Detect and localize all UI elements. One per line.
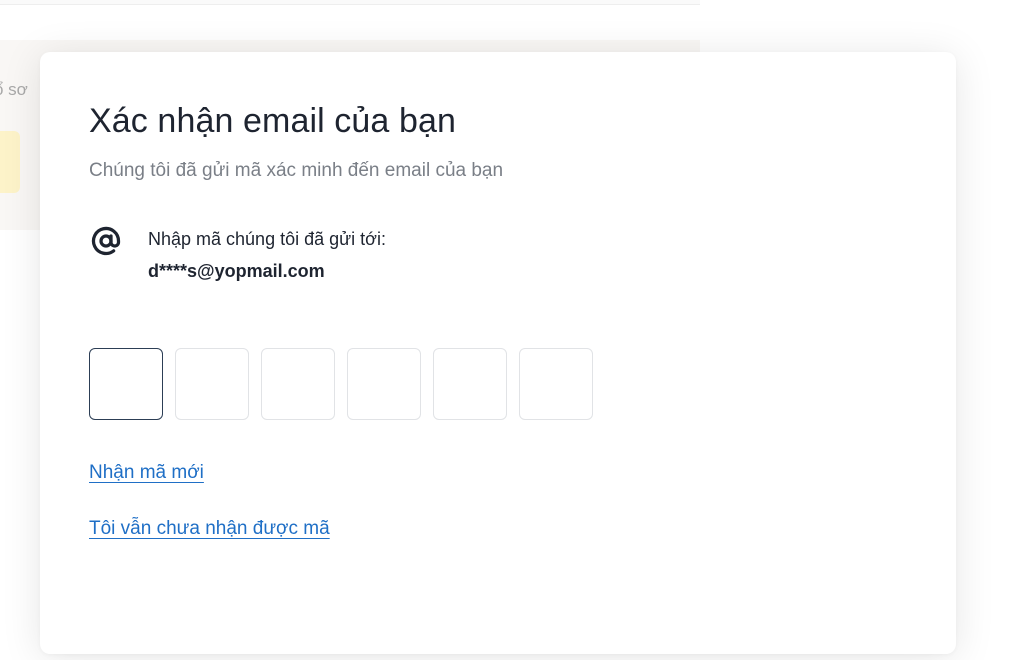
code-digit-3[interactable] bbox=[261, 348, 335, 420]
code-digit-6[interactable] bbox=[519, 348, 593, 420]
background-partial-text: ổ sơ bbox=[0, 80, 28, 99]
masked-email: d****s@yopmail.com bbox=[148, 261, 325, 281]
verification-code-inputs bbox=[89, 348, 593, 420]
code-not-received-link[interactable]: Tôi vẫn chưa nhận được mã bbox=[89, 518, 330, 540]
verify-email-modal: Xác nhận email của bạn Chúng tôi đã gửi … bbox=[40, 52, 956, 654]
code-digit-2[interactable] bbox=[175, 348, 249, 420]
background-topbar bbox=[0, 0, 700, 5]
code-digit-5[interactable] bbox=[433, 348, 507, 420]
background-highlight-block bbox=[0, 131, 20, 193]
at-sign-icon bbox=[89, 224, 123, 258]
sent-to-info: Nhập mã chúng tôi đã gửi tới: d****s@yop… bbox=[148, 228, 386, 282]
code-digit-1[interactable] bbox=[89, 348, 163, 420]
sent-to-label: Nhập mã chúng tôi đã gửi tới: bbox=[148, 229, 386, 249]
screen: ổ sơ Xác nhận email của bạn Chúng tôi đã… bbox=[0, 0, 1024, 660]
modal-title: Xác nhận email của bạn bbox=[89, 102, 457, 140]
modal-subtitle: Chúng tôi đã gửi mã xác minh đến email c… bbox=[89, 160, 504, 181]
resend-code-link[interactable]: Nhận mã mới bbox=[89, 462, 204, 484]
code-digit-4[interactable] bbox=[347, 348, 421, 420]
